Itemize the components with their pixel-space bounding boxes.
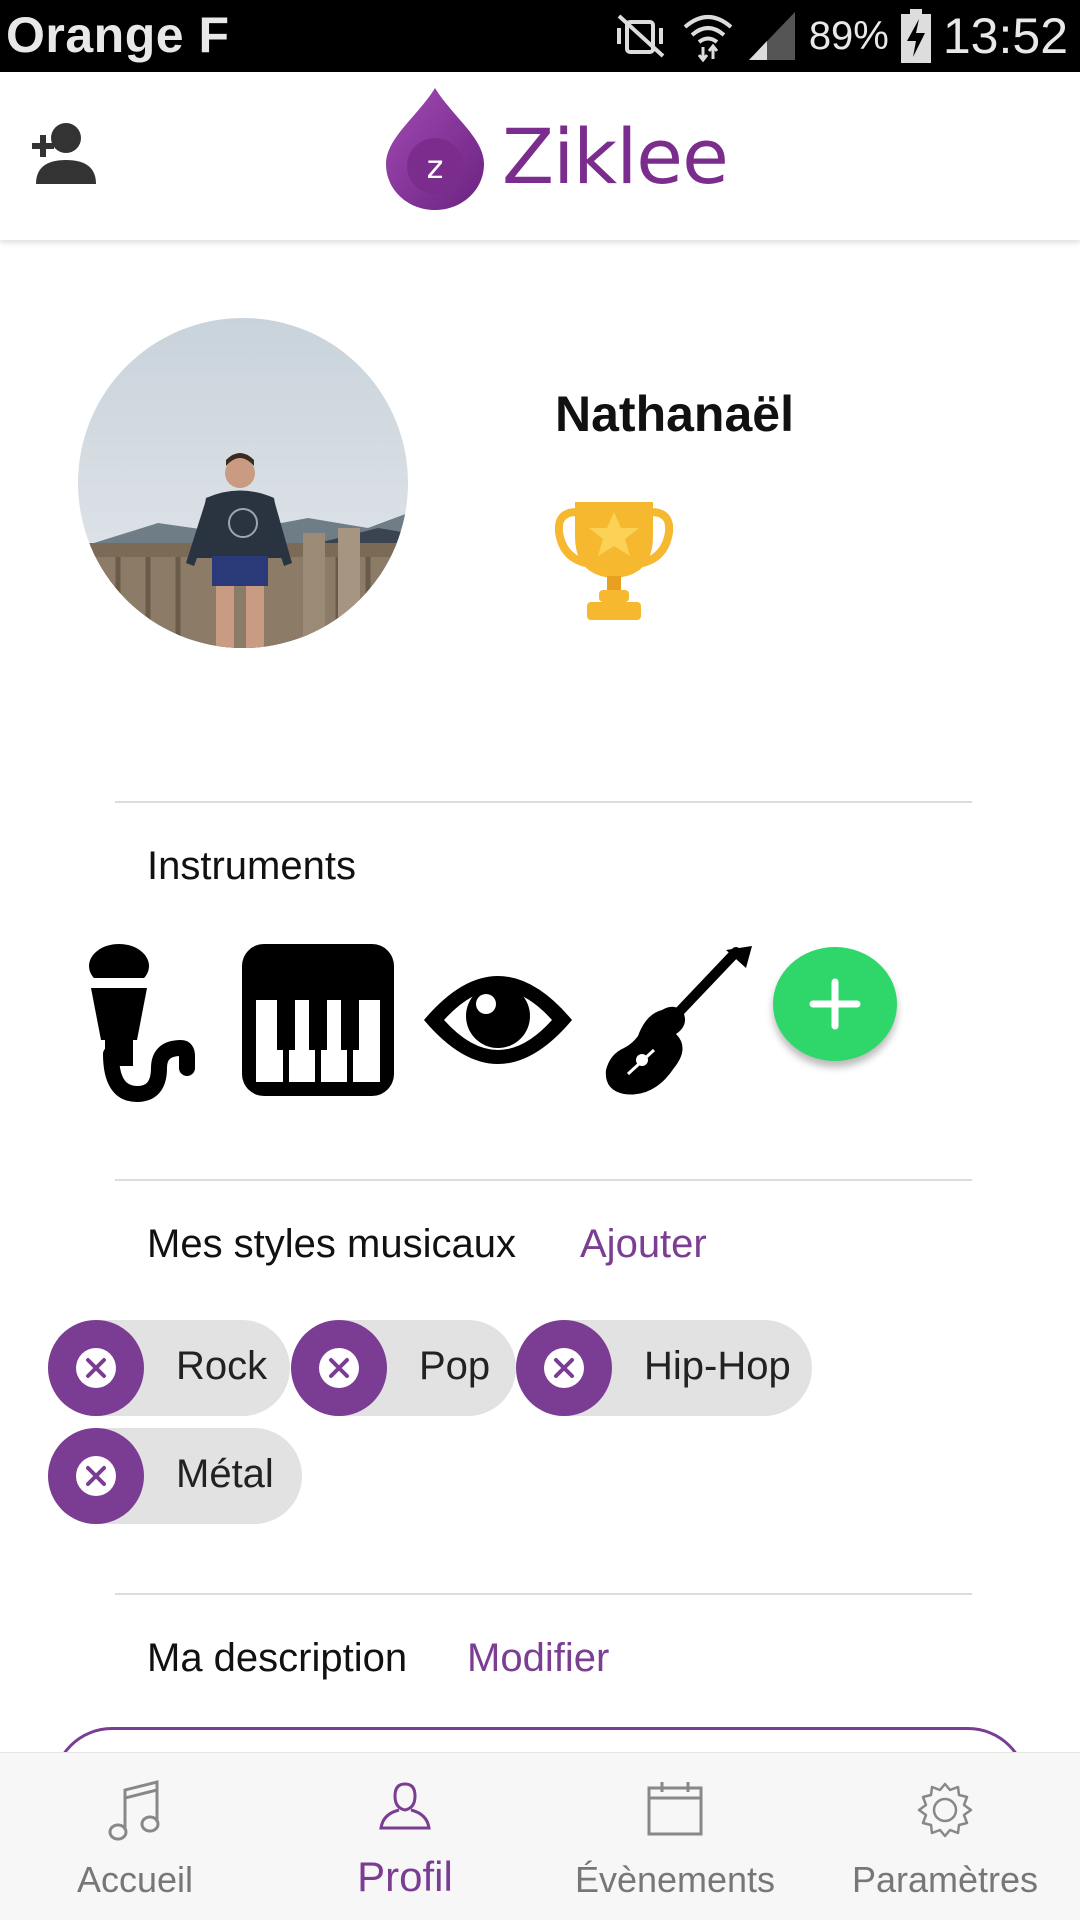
edit-description-link[interactable]: Modifier: [467, 1636, 609, 1681]
eye-icon: [424, 976, 572, 1064]
instrument-guitar[interactable]: [602, 944, 754, 1104]
logo-drop-icon: z: [386, 88, 484, 210]
profile-name: Nathanaël: [555, 386, 794, 442]
remove-style-button[interactable]: [516, 1320, 612, 1416]
instrument-microphone[interactable]: [87, 944, 197, 1104]
piano-keys-icon: [242, 944, 394, 1096]
instrument-eye[interactable]: [422, 944, 574, 1104]
person-add-icon: [32, 123, 96, 184]
instruments-title: Instruments: [147, 844, 356, 888]
bottom-nav: Accueil Profil Évènements Paramètres: [0, 1752, 1080, 1920]
battery-charging-icon: [900, 9, 931, 63]
nav-label: Évènements: [574, 1859, 776, 1900]
ziklee-logo: z Ziklee: [382, 86, 729, 216]
style-chip: Métal: [48, 1428, 302, 1524]
close-circle-icon: [76, 1348, 116, 1388]
remove-style-button[interactable]: [48, 1320, 144, 1416]
person-icon: [379, 1782, 431, 1830]
close-circle-icon: [319, 1348, 359, 1388]
style-chip-label: Rock: [176, 1344, 268, 1388]
description-title: Ma description: [147, 1636, 408, 1680]
style-chip-label: Métal: [176, 1452, 274, 1496]
status-icons: 89% 13:52: [601, 0, 1068, 72]
brand-name: Ziklee: [502, 112, 729, 201]
microphone-icon: [89, 944, 195, 1103]
style-chip: Rock: [48, 1320, 290, 1416]
plus-icon: [809, 978, 861, 1030]
music-note-icon: [108, 1780, 160, 1841]
app-header: z Ziklee: [0, 72, 1080, 240]
trophy-badge[interactable]: [554, 498, 674, 622]
section-divider: [115, 1179, 972, 1181]
style-chip-label: Hip-Hop: [644, 1344, 791, 1388]
logo-letter: z: [427, 148, 444, 186]
style-chip: Pop: [291, 1320, 516, 1416]
guitar-icon: [605, 946, 752, 1095]
nav-item-accueil[interactable]: Accueil: [0, 1753, 270, 1920]
nav-item-evenements[interactable]: Évènements: [540, 1753, 810, 1920]
nav-label: Paramètres: [851, 1859, 1039, 1900]
trophy-icon: [554, 502, 674, 620]
add-instrument-button[interactable]: [773, 947, 897, 1061]
wifi-icon: [683, 15, 733, 63]
calendar-icon: [647, 1782, 703, 1836]
nav-label: Profil: [357, 1853, 453, 1900]
avatar[interactable]: [78, 318, 408, 648]
remove-style-button[interactable]: [291, 1320, 387, 1416]
status-bar: Orange F 89% 13:52: [0, 0, 1080, 72]
vibrate-mute-icon: [616, 14, 665, 58]
styles-title: Mes styles musicaux: [147, 1222, 516, 1266]
gear-icon: [917, 1782, 973, 1838]
close-circle-icon: [544, 1348, 584, 1388]
section-divider: [115, 801, 972, 803]
nav-item-profil[interactable]: Profil: [270, 1753, 540, 1920]
signal-icon: [748, 12, 795, 60]
section-divider: [115, 1593, 972, 1595]
clock: 13:52: [942, 8, 1068, 64]
battery-percent: 89%: [808, 13, 889, 58]
remove-style-button[interactable]: [48, 1428, 144, 1524]
close-circle-icon: [76, 1456, 116, 1496]
instrument-piano[interactable]: [242, 944, 394, 1104]
profile-screen: Orange F 89% 13:52 z Ziklee Nathanaël In…: [0, 0, 1080, 1920]
style-chip: Hip-Hop: [516, 1320, 812, 1416]
avatar-photo: [78, 318, 408, 648]
nav-label: Accueil: [76, 1859, 194, 1900]
nav-item-parametres[interactable]: Paramètres: [810, 1753, 1080, 1920]
carrier-name: Orange F: [6, 7, 230, 63]
add-style-link[interactable]: Ajouter: [580, 1222, 707, 1267]
add-friend-button[interactable]: [22, 118, 102, 188]
style-chip-label: Pop: [419, 1344, 491, 1388]
